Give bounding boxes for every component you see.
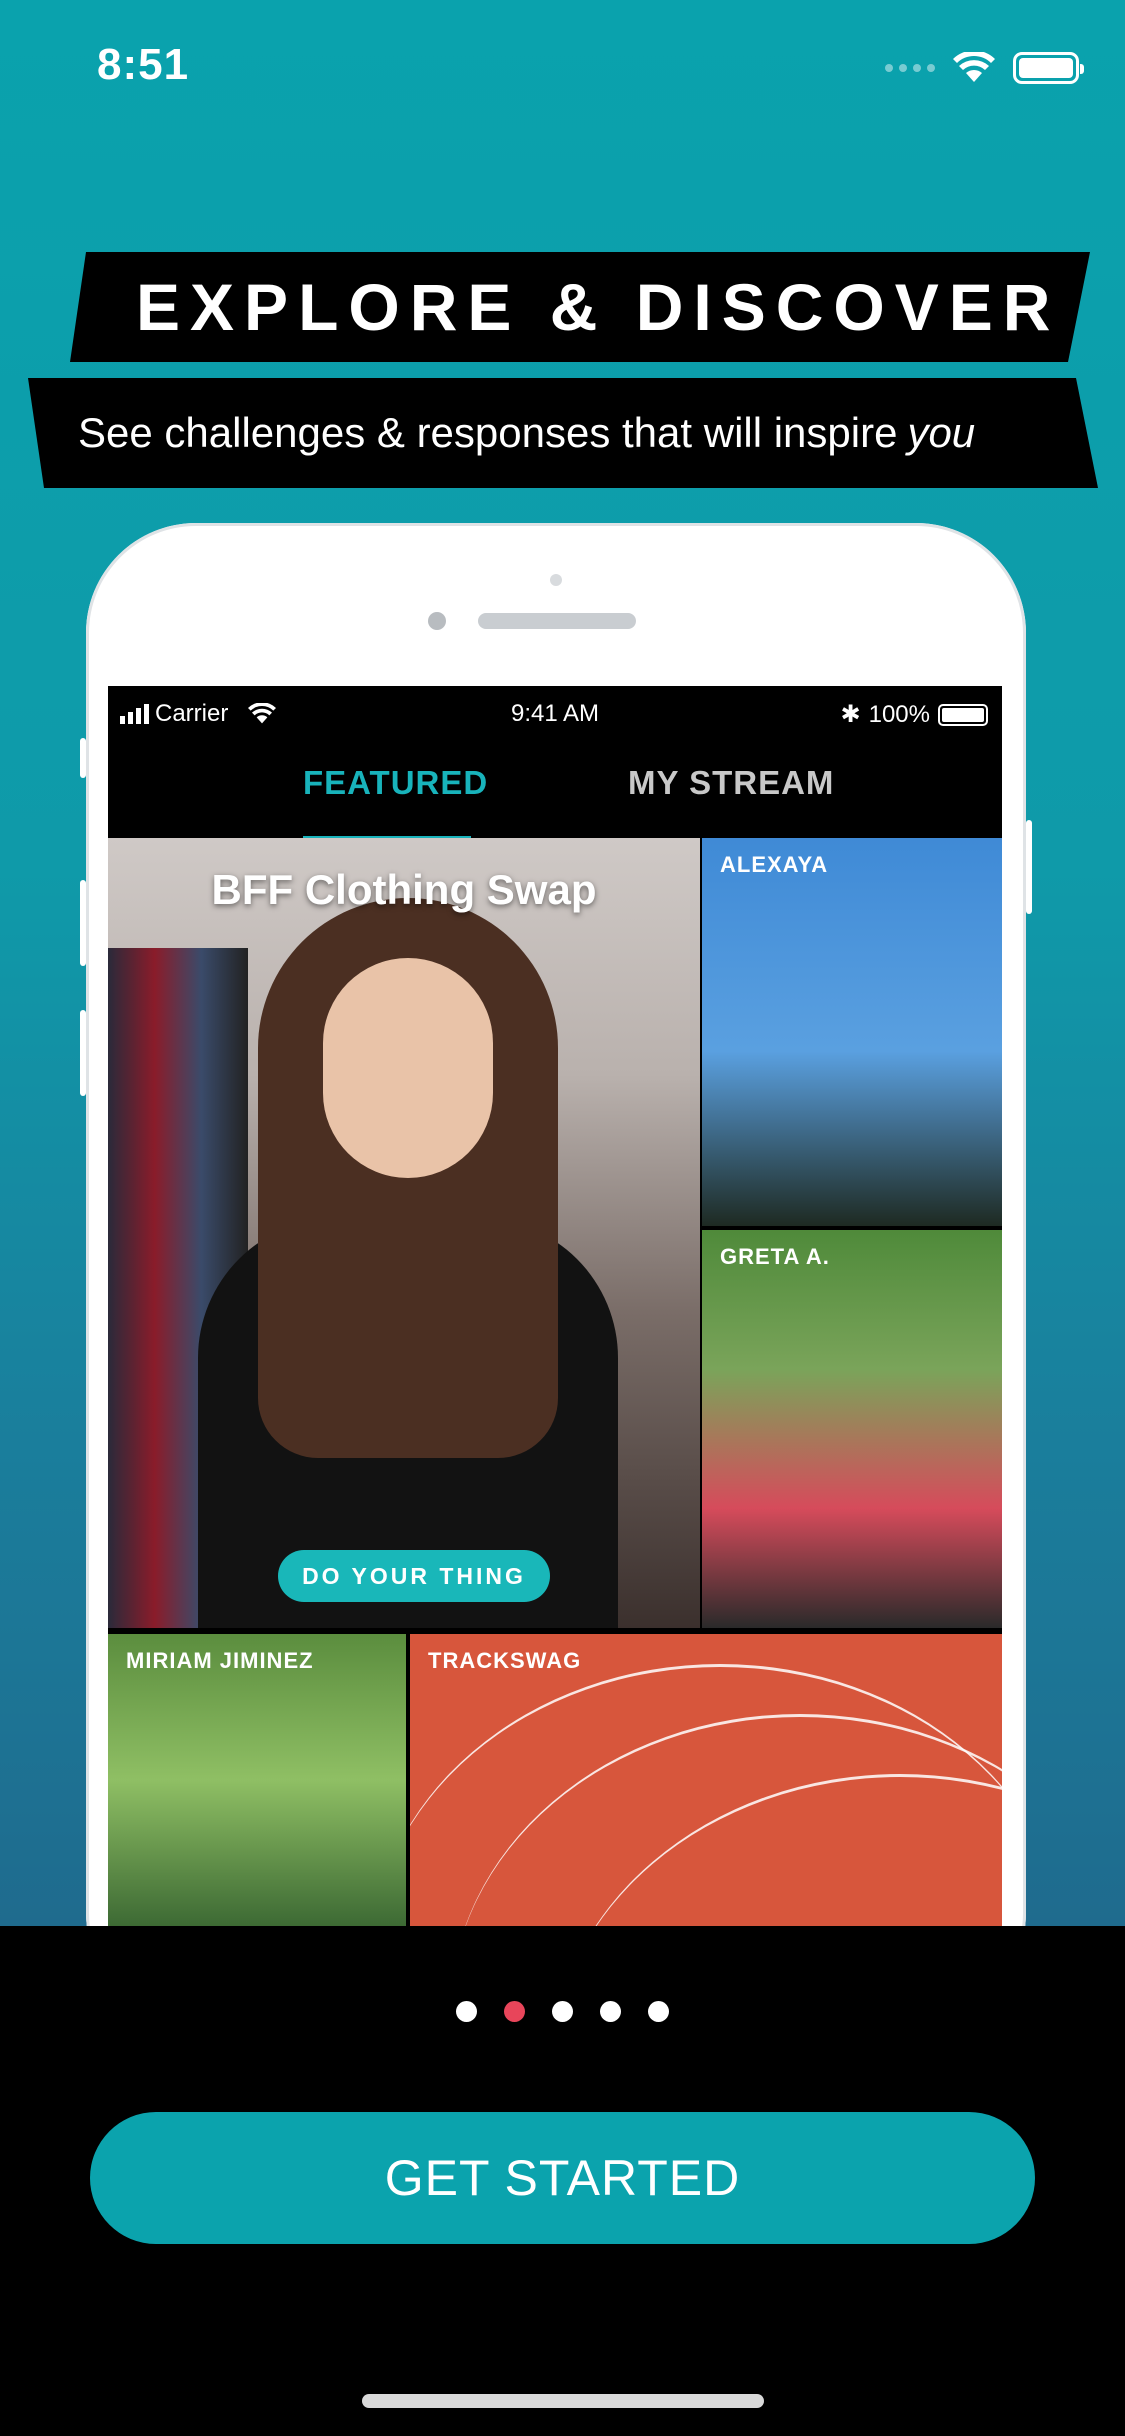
pagination-dots	[456, 2001, 669, 2022]
battery-icon	[938, 703, 988, 726]
tile-label: ALEXAYA	[720, 852, 829, 877]
featured-title: BFF Clothing Swap	[211, 866, 597, 913]
tile-label: MIRIAM JIMINEZ	[126, 1648, 314, 1673]
phone-side-button	[80, 738, 86, 778]
phone-sensor	[550, 574, 562, 586]
page-dot[interactable]	[600, 2001, 621, 2022]
phone-camera	[428, 612, 446, 630]
tile-alexaya: ALEXAYA	[702, 838, 1002, 1226]
tile-trackswag: TRACKSWAG	[410, 1634, 1002, 1926]
tile-label: TRACKSWAG	[428, 1648, 582, 1673]
tile-miriam: MIRIAM JIMINEZ	[108, 1634, 406, 1926]
hero-background: 8:51 EXPLORE & DISCOVER See challenges &…	[0, 0, 1125, 1926]
mockup-battery-percent: 100%	[868, 700, 930, 728]
page-dot[interactable]	[648, 2001, 669, 2022]
phone-volume-up	[80, 880, 86, 966]
phone-power-button	[1026, 820, 1032, 914]
bluetooth-icon: ✱	[840, 701, 861, 728]
tab-my-stream: MY STREAM	[628, 764, 835, 801]
page-dot[interactable]	[456, 2001, 477, 2022]
mockup-tabs: FEATURED MY STREAM	[108, 738, 1002, 838]
phone-speaker	[478, 613, 636, 629]
phone-volume-down	[80, 1010, 86, 1096]
home-indicator[interactable]	[362, 2394, 764, 2408]
status-time: 8:51	[97, 40, 190, 89]
do-your-thing-pill: DO YOUR THING	[278, 1550, 550, 1602]
wifi-icon	[953, 52, 995, 82]
page-dot-active[interactable]	[504, 2001, 525, 2022]
featured-tile: BFF Clothing Swap DO YOUR THING	[108, 838, 700, 1628]
status-indicators	[885, 52, 1084, 84]
page-subtitle: See challenges & responses that will ins…	[28, 378, 1098, 488]
mockup-screen: Carrier 9:41 AM ✱ 100% FEATURED MY STREA…	[108, 686, 1002, 1926]
tab-featured: FEATURED	[303, 764, 489, 801]
get-started-button[interactable]: GET STARTED	[90, 2112, 1035, 2244]
mockup-status-bar: Carrier 9:41 AM ✱ 100%	[108, 686, 1002, 738]
signal-icon	[885, 64, 935, 72]
battery-icon	[1013, 52, 1084, 84]
tile-greta: GRETA A.	[702, 1230, 1002, 1628]
page-dot[interactable]	[552, 2001, 573, 2022]
page-title: EXPLORE & DISCOVER	[70, 252, 1090, 362]
tile-label: GRETA A.	[720, 1244, 830, 1269]
